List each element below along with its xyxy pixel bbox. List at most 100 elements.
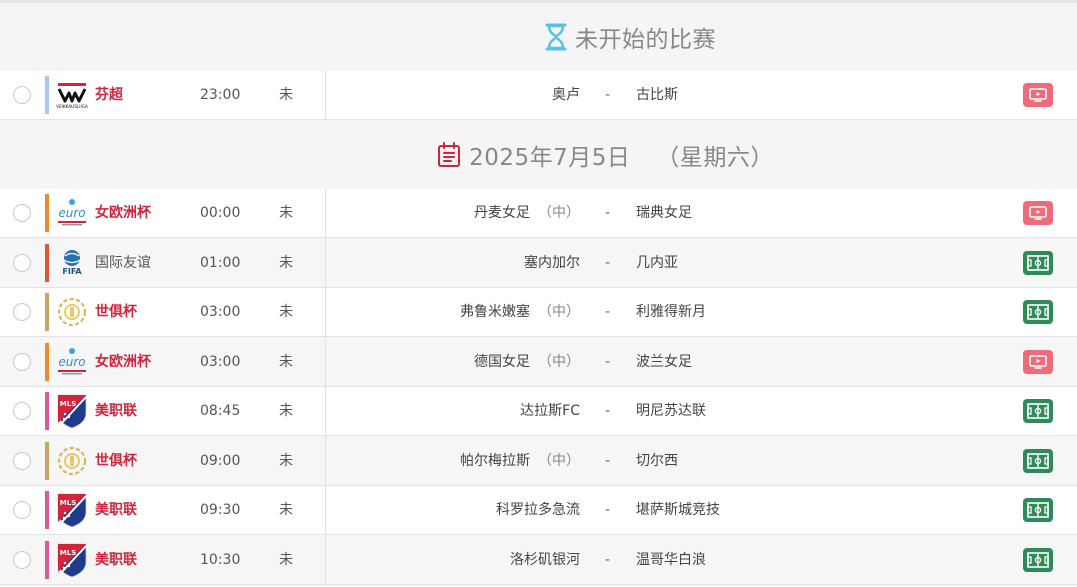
calendar-icon (437, 141, 461, 168)
home-team[interactable]: 丹麦女足 （中） (474, 204, 580, 222)
home-team[interactable]: 科罗拉多急流 (496, 501, 580, 519)
live-video-button[interactable] (1023, 350, 1053, 374)
svg-text:MLS: MLS (60, 549, 76, 557)
score-separator: - (605, 255, 611, 271)
womens-euro-logo: euro (54, 344, 90, 380)
live-animation-button[interactable] (1023, 498, 1053, 522)
league-name[interactable]: 女欧洲杯 (95, 353, 151, 371)
tv-icon (1029, 88, 1047, 102)
match-status: 未 (279, 205, 293, 221)
away-team[interactable]: 波兰女足 (636, 353, 692, 371)
neutral-venue-tag: （中） (538, 354, 580, 370)
svg-text:MLS: MLS (60, 499, 76, 507)
home-team[interactable]: 达拉斯FC (520, 402, 580, 420)
match-time: 08:45 (200, 403, 241, 419)
league-name[interactable]: 美职联 (95, 551, 137, 569)
live-animation-button[interactable] (1023, 449, 1053, 473)
live-animation-button[interactable] (1023, 399, 1053, 423)
match-select-radio[interactable] (13, 86, 31, 104)
away-team[interactable]: 瑞典女足 (636, 204, 692, 222)
away-team[interactable]: 利雅得新月 (636, 303, 706, 321)
live-animation-button[interactable] (1023, 300, 1053, 324)
svg-text:VEIKKAUSLIIGA: VEIKKAUSLIIGA (56, 104, 88, 109)
match-row[interactable]: MLS 美职联 09:30 未 科罗拉多急流 - 堪萨斯城竞技 (0, 486, 1077, 535)
date-section-header: 2025年7月5日 （星期六） (0, 121, 1077, 188)
column-divider (325, 239, 326, 287)
svg-text:euro: euro (58, 206, 85, 220)
league-name[interactable]: 世俱杯 (95, 452, 137, 470)
match-row[interactable]: MLS 美职联 10:30 未 洛杉矶银河 - 温哥华白浪 (0, 536, 1077, 585)
away-team[interactable]: 切尔西 (636, 452, 678, 470)
match-select-radio[interactable] (13, 501, 31, 519)
live-animation-button[interactable] (1023, 251, 1053, 275)
match-status: 未 (279, 403, 293, 419)
league-name[interactable]: 芬超 (95, 86, 123, 104)
match-select-radio[interactable] (13, 204, 31, 222)
home-team[interactable]: 弗鲁米嫩塞 （中） (460, 303, 580, 321)
match-row[interactable]: 世俱杯 09:00 未 帕尔梅拉斯 （中） - 切尔西 (0, 437, 1077, 486)
league-name[interactable]: 世俱杯 (95, 303, 137, 321)
live-video-button[interactable] (1023, 83, 1053, 107)
match-select-radio[interactable] (13, 452, 31, 470)
score-separator: - (605, 87, 611, 103)
match-row[interactable]: FIFA 国际友谊 01:00 未 塞内加尔 - 几内亚 (0, 239, 1077, 288)
neutral-venue-tag: （中） (538, 453, 580, 469)
column-divider (325, 437, 326, 485)
home-team-name: 达拉斯FC (520, 403, 580, 419)
score-separator: - (605, 502, 611, 518)
home-team[interactable]: 洛杉矶银河 (510, 551, 580, 569)
home-team-name: 帕尔梅拉斯 (460, 453, 530, 469)
match-time: 09:00 (200, 453, 241, 469)
match-row[interactable]: VEIKKAUSLIIGA 芬超 23:00 未 奥卢 - 古比斯 (0, 71, 1077, 120)
score-separator: - (605, 453, 611, 469)
mls-logo: MLS (54, 542, 90, 578)
home-team[interactable]: 帕尔梅拉斯 （中） (460, 452, 580, 470)
match-row[interactable]: MLS 美职联 08:45 未 达拉斯FC - 明尼苏达联 (0, 387, 1077, 436)
live-animation-button[interactable] (1023, 548, 1053, 572)
live-video-button[interactable] (1023, 201, 1053, 225)
away-team[interactable]: 堪萨斯城竞技 (636, 501, 720, 519)
column-divider (325, 536, 326, 584)
away-team[interactable]: 几内亚 (636, 254, 678, 272)
tv-icon (1029, 355, 1047, 369)
neutral-venue-tag: （中） (538, 304, 580, 320)
league-color-bar (45, 244, 49, 282)
match-row[interactable]: euro 女欧洲杯 00:00 未 丹麦女足 （中） - 瑞典女足 (0, 189, 1077, 238)
league-name[interactable]: 女欧洲杯 (95, 204, 151, 222)
column-divider (325, 486, 326, 534)
home-team[interactable]: 奥卢 (552, 86, 580, 104)
home-team[interactable]: 德国女足 （中） (474, 353, 580, 371)
neutral-venue-tag: （中） (538, 205, 580, 221)
column-divider (325, 71, 326, 119)
club-world-cup-logo (54, 443, 90, 479)
match-row[interactable]: euro 女欧洲杯 03:00 未 德国女足 （中） - 波兰女足 (0, 338, 1077, 387)
home-team-name: 弗鲁米嫩塞 (460, 304, 530, 320)
away-team[interactable]: 古比斯 (636, 86, 678, 104)
match-select-radio[interactable] (13, 303, 31, 321)
league-color-bar (45, 491, 49, 529)
match-select-radio[interactable] (13, 402, 31, 420)
match-status: 未 (279, 304, 293, 320)
away-team[interactable]: 温哥华白浪 (636, 551, 706, 569)
home-team-name: 奥卢 (552, 87, 580, 103)
match-select-radio[interactable] (13, 353, 31, 371)
away-team[interactable]: 明尼苏达联 (636, 402, 706, 420)
home-team-name: 丹麦女足 (474, 205, 530, 221)
league-name[interactable]: 美职联 (95, 402, 137, 420)
home-team-name: 德国女足 (474, 354, 530, 370)
league-name[interactable]: 国际友谊 (95, 254, 151, 272)
match-select-radio[interactable] (13, 254, 31, 272)
home-team[interactable]: 塞内加尔 (524, 254, 580, 272)
score-separator: - (605, 403, 611, 419)
match-select-radio[interactable] (13, 551, 31, 569)
league-name[interactable]: 美职联 (95, 501, 137, 519)
upcoming-section-header: 未开始的比赛 (0, 4, 1077, 70)
column-divider (325, 189, 326, 237)
field-icon (1027, 552, 1049, 568)
column-divider (325, 338, 326, 386)
league-color-bar (45, 194, 49, 232)
league-color-bar (45, 541, 49, 579)
top-divider (0, 0, 1077, 3)
match-status: 未 (279, 87, 293, 103)
match-row[interactable]: 世俱杯 03:00 未 弗鲁米嫩塞 （中） - 利雅得新月 (0, 288, 1077, 337)
